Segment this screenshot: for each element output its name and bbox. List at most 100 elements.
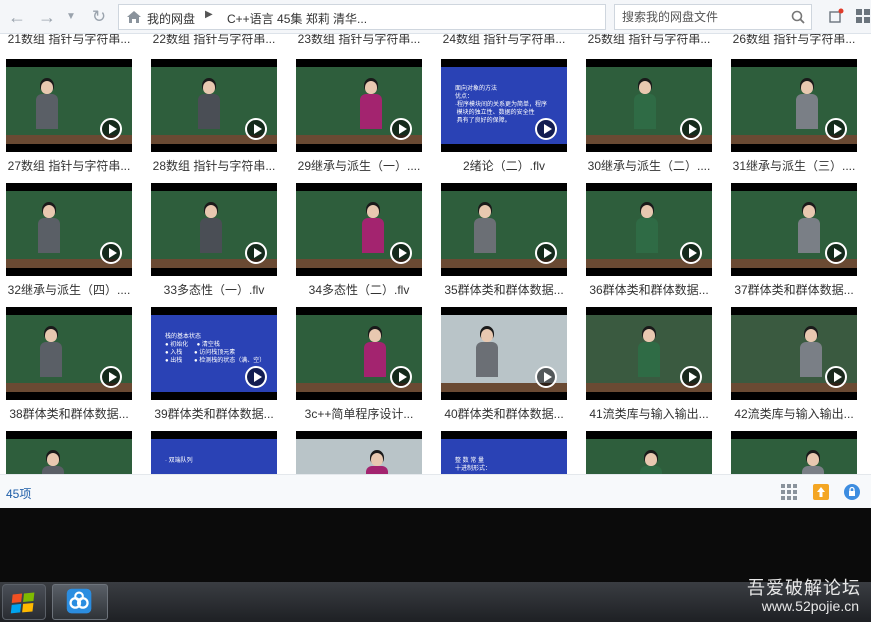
file-tile[interactable]: 30继承与派生（二）.... [586, 59, 712, 179]
video-thumbnail[interactable] [731, 307, 857, 400]
video-thumbnail[interactable] [151, 59, 277, 152]
video-thumbnail[interactable] [586, 307, 712, 400]
video-thumbnail[interactable] [296, 183, 422, 276]
home-icon[interactable] [126, 10, 142, 24]
file-caption[interactable]: 39群体类和群体数据... [145, 405, 283, 422]
play-icon[interactable] [535, 118, 557, 140]
video-thumbnail[interactable] [151, 183, 277, 276]
file-caption[interactable]: 34多态性（二）.flv [290, 281, 428, 298]
file-caption[interactable]: 42流类库与输入输出... [725, 405, 863, 422]
file-tile[interactable]: 41流类库与输入输出... [586, 307, 712, 427]
play-icon[interactable] [825, 242, 847, 264]
chevron-right-icon[interactable]: ▶ [205, 9, 213, 20]
video-thumbnail[interactable] [731, 59, 857, 152]
view-mode-icon[interactable] [855, 8, 871, 24]
play-icon[interactable] [825, 118, 847, 140]
video-thumbnail[interactable] [586, 59, 712, 152]
file-caption[interactable]: 28数组 指针与字符串... [145, 157, 283, 174]
file-caption[interactable]: 3c++简单程序设计... [290, 405, 428, 422]
file-tile[interactable]: 栈的基本状态 ● 初始化 ● 清空栈 ● 入栈 ● 访问栈顶元素 ● 出栈 ● … [151, 307, 277, 427]
file-tile[interactable]: 28数组 指针与字符串... [151, 59, 277, 179]
file-tile[interactable]: 32继承与派生（四）.... [6, 183, 132, 303]
file-caption[interactable]: 21数组 指针与字符串... [0, 34, 138, 47]
file-tile[interactable]: 27数组 指针与字符串... [6, 59, 132, 179]
file-caption[interactable]: 33多态性（一）.flv [145, 281, 283, 298]
file-tile[interactable]: 34多态性（二）.flv [296, 183, 422, 303]
play-icon[interactable] [245, 366, 267, 388]
file-caption[interactable]: 29继承与派生（一）.... [290, 157, 428, 174]
file-caption[interactable]: 22数组 指针与字符串... [145, 34, 283, 47]
breadcrumb-root[interactable]: 我的网盘 [147, 10, 195, 27]
file-tile[interactable]: 35群体类和群体数据... [441, 183, 567, 303]
video-thumbnail[interactable] [441, 183, 567, 276]
file-caption[interactable]: 40群体类和群体数据... [435, 405, 573, 422]
file-tile[interactable]: 38群体类和群体数据... [6, 307, 132, 427]
video-thumbnail[interactable] [296, 59, 422, 152]
video-thumbnail[interactable] [731, 183, 857, 276]
play-icon[interactable] [390, 366, 412, 388]
file-caption[interactable]: 41流类库与输入输出... [580, 405, 718, 422]
video-thumbnail[interactable] [6, 431, 132, 474]
file-tile[interactable]: 29继承与派生（一）.... [296, 59, 422, 179]
play-icon[interactable] [825, 366, 847, 388]
arrow-left-icon[interactable]: ← [6, 6, 28, 28]
video-thumbnail[interactable] [6, 59, 132, 152]
file-caption[interactable]: 27数组 指针与字符串... [0, 157, 138, 174]
file-tile[interactable]: 面向对象的方法 优点： ·程序模块间的关系更为简单，程序 模块的独立性、数据的安… [441, 59, 567, 179]
search-box[interactable] [614, 4, 812, 30]
file-caption[interactable]: 31继承与派生（三）.... [725, 157, 863, 174]
search-icon[interactable] [791, 10, 805, 24]
play-icon[interactable] [680, 118, 702, 140]
play-icon[interactable] [245, 242, 267, 264]
video-thumbnail[interactable] [731, 431, 857, 474]
play-icon[interactable] [100, 118, 122, 140]
play-icon[interactable] [535, 366, 557, 388]
file-tile[interactable]: 42流类库与输入输出... [731, 307, 857, 427]
file-caption[interactable]: 38群体类和群体数据... [0, 405, 138, 422]
play-icon[interactable] [680, 366, 702, 388]
file-caption[interactable]: 2绪论（二）.flv [435, 157, 573, 174]
grid-view-icon[interactable] [780, 483, 798, 501]
file-caption[interactable]: 23数组 指针与字符串... [290, 34, 428, 47]
file-tile[interactable]: 整 数 常 量 十进制形式： [441, 431, 567, 474]
breadcrumb-current-folder[interactable]: C++语言 45集 郑莉 清华... [227, 10, 367, 27]
file-tile[interactable]: 40群体类和群体数据... [441, 307, 567, 427]
play-icon[interactable] [245, 118, 267, 140]
file-caption[interactable]: 30继承与派生（二）.... [580, 157, 718, 174]
video-thumbnail[interactable] [586, 431, 712, 474]
chevron-down-icon[interactable]: ▼ [64, 6, 78, 28]
video-thumbnail[interactable]: · 双端队列 [151, 431, 277, 474]
file-tile[interactable]: 36群体类和群体数据... [586, 183, 712, 303]
file-tile[interactable] [296, 431, 422, 474]
video-thumbnail[interactable]: 整 数 常 量 十进制形式： [441, 431, 567, 474]
video-thumbnail[interactable] [441, 307, 567, 400]
video-thumbnail[interactable] [6, 307, 132, 400]
file-tile[interactable]: 37群体类和群体数据... [731, 183, 857, 303]
file-caption[interactable]: 32继承与派生（四）.... [0, 281, 138, 298]
breadcrumb[interactable]: 我的网盘 ▶ C++语言 45集 郑莉 清华... [118, 4, 606, 30]
play-icon[interactable] [680, 242, 702, 264]
file-tile[interactable]: 33多态性（一）.flv [151, 183, 277, 303]
upload-icon[interactable] [812, 483, 830, 501]
file-caption[interactable]: 35群体类和群体数据... [435, 281, 573, 298]
play-icon[interactable] [100, 242, 122, 264]
file-caption[interactable]: 37群体类和群体数据... [725, 281, 863, 298]
search-input[interactable] [615, 5, 792, 29]
file-tile[interactable]: 31继承与派生（三）.... [731, 59, 857, 179]
file-tile[interactable]: 3c++简单程序设计... [296, 307, 422, 427]
notification-icon[interactable] [828, 8, 844, 24]
file-caption[interactable]: 25数组 指针与字符串... [580, 34, 718, 47]
video-thumbnail[interactable] [586, 183, 712, 276]
baidu-netdisk-icon[interactable] [52, 584, 108, 620]
video-thumbnail[interactable]: 面向对象的方法 优点： ·程序模块间的关系更为简单，程序 模块的独立性、数据的安… [441, 59, 567, 152]
file-tile[interactable] [586, 431, 712, 474]
play-icon[interactable] [535, 242, 557, 264]
windows-start-icon[interactable] [2, 584, 46, 620]
file-tile[interactable]: · 双端队列 [151, 431, 277, 474]
arrow-right-icon[interactable]: → [36, 6, 58, 28]
file-tile[interactable] [6, 431, 132, 474]
file-tile[interactable] [731, 431, 857, 474]
video-thumbnail[interactable] [6, 183, 132, 276]
play-icon[interactable] [390, 118, 412, 140]
lock-icon[interactable] [843, 483, 861, 501]
